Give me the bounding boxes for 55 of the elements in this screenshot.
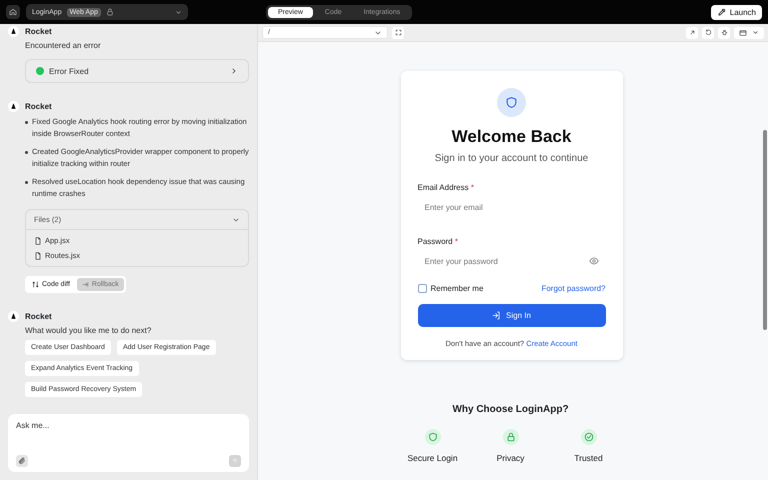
debug-button[interactable] bbox=[718, 26, 730, 38]
feature-label: Secure Login bbox=[407, 453, 458, 463]
remember-label: Remember me bbox=[430, 284, 484, 293]
expand-icon bbox=[394, 29, 402, 36]
device-selector[interactable] bbox=[734, 26, 764, 38]
chevron-down-icon bbox=[752, 29, 760, 36]
paperclip-icon bbox=[18, 457, 26, 465]
author-name: Rocket bbox=[25, 27, 52, 36]
launch-button[interactable]: Launch bbox=[710, 4, 762, 20]
bullet-dot bbox=[25, 120, 28, 124]
attach-button[interactable] bbox=[16, 455, 28, 467]
refresh-button[interactable] bbox=[702, 26, 714, 38]
file-icon bbox=[34, 236, 42, 244]
field-label: Email Address * bbox=[418, 183, 475, 192]
shield-icon bbox=[428, 432, 438, 442]
bullet-dot bbox=[25, 180, 28, 184]
home-icon bbox=[9, 8, 17, 16]
check-circle-icon bbox=[584, 432, 594, 442]
eye-icon bbox=[588, 256, 598, 266]
home-button[interactable] bbox=[6, 5, 20, 19]
sign-in-icon bbox=[492, 311, 502, 320]
login-title: Welcome Back bbox=[450, 127, 572, 147]
forgot-password-link[interactable]: Forgot password? bbox=[541, 284, 606, 293]
arrow-icon bbox=[82, 281, 89, 288]
bug-icon bbox=[720, 29, 728, 36]
feature-label: Trusted bbox=[574, 453, 603, 463]
lock-icon bbox=[506, 432, 516, 442]
window-icon bbox=[738, 28, 747, 36]
sign-in-button[interactable]: Sign In bbox=[418, 304, 606, 327]
fullscreen-button[interactable] bbox=[392, 26, 404, 38]
bullet-dot bbox=[25, 150, 28, 154]
open-external-button[interactable] bbox=[686, 26, 698, 38]
arrow-icon bbox=[688, 29, 696, 36]
message-text: What would you like me to do next? bbox=[25, 326, 152, 335]
author-name: Rocket bbox=[25, 102, 52, 111]
scrollbar-thumb[interactable] bbox=[763, 130, 767, 330]
chevron-down-icon bbox=[175, 8, 182, 16]
arrow-up-icon bbox=[231, 457, 239, 465]
email-field[interactable]: Enter your email bbox=[424, 202, 598, 212]
field-label: Password * bbox=[418, 237, 459, 246]
lock-icon bbox=[106, 8, 114, 16]
chat-input[interactable]: Ask me... bbox=[16, 421, 241, 430]
undo-icon bbox=[704, 29, 712, 36]
diff-icon bbox=[32, 281, 39, 288]
login-subtitle: Sign in to your account to continue bbox=[434, 153, 590, 164]
chevron-right-icon bbox=[230, 67, 238, 75]
feature-label: Privacy bbox=[496, 453, 524, 463]
file-icon bbox=[34, 252, 42, 260]
password-field[interactable]: Enter your password bbox=[424, 256, 588, 266]
status-card[interactable]: Error Fixed bbox=[25, 59, 249, 83]
shield-icon bbox=[505, 96, 518, 109]
author-name: Rocket bbox=[25, 312, 52, 321]
remember-checkbox[interactable] bbox=[418, 284, 426, 293]
message-text: Encountered an error bbox=[25, 41, 102, 50]
features-heading: Why Choose LoginApp? bbox=[452, 404, 569, 415]
